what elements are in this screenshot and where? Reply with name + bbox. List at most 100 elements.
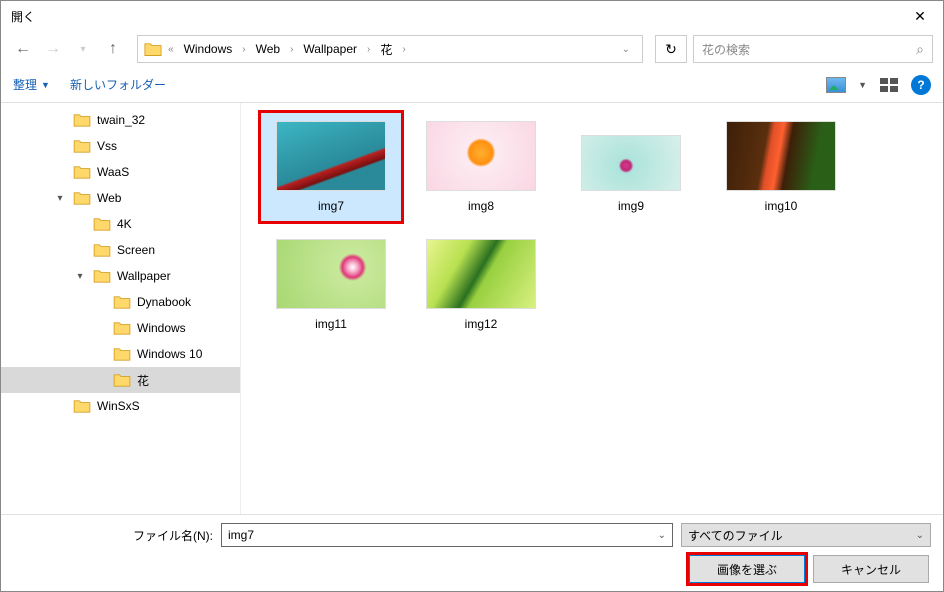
folder-icon xyxy=(93,217,111,231)
titlebar: 開く ✕ xyxy=(1,1,943,31)
thumbnail-label: img8 xyxy=(468,199,494,213)
back-button[interactable]: ← xyxy=(11,37,35,61)
folder-tree[interactable]: twain_32 Vss WaaS ▾ Web 4K Screen ▾ Wallpaper Dyn… xyxy=(1,103,241,514)
tree-item[interactable]: Dynabook xyxy=(1,289,240,315)
thumbnail-label: img11 xyxy=(315,317,347,331)
help-button[interactable]: ? xyxy=(911,75,931,95)
tree-item-label: Web xyxy=(97,191,121,205)
tree-item-label: 4K xyxy=(117,217,132,231)
tree-item[interactable]: WinSxS xyxy=(1,393,240,419)
folder-icon xyxy=(93,269,111,283)
filter-value: すべてのファイル xyxy=(688,527,916,544)
filter-select[interactable]: すべてのファイル ⌄ xyxy=(681,523,931,547)
file-thumbnail[interactable]: img11 xyxy=(261,231,401,339)
breadcrumb-item[interactable]: Web xyxy=(252,40,284,58)
thumbnail-image xyxy=(426,121,536,191)
recent-dropdown[interactable]: ▾ xyxy=(71,37,95,61)
navbar: ← → ▾ ↑ « Windows › Web › Wallpaper › 花 … xyxy=(1,31,943,67)
tree-item[interactable]: twain_32 xyxy=(1,107,240,133)
folder-icon xyxy=(113,321,131,335)
filename-label: ファイル名(N): xyxy=(13,527,213,544)
tree-item-label: WaaS xyxy=(97,165,129,179)
chevron-right-icon: › xyxy=(240,44,247,55)
up-button[interactable]: ↑ xyxy=(101,37,125,61)
tree-item[interactable]: ▾ Web xyxy=(1,185,240,211)
preview-pane-button[interactable] xyxy=(877,73,901,97)
tree-item-label: Screen xyxy=(117,243,155,257)
chevron-down-icon[interactable]: ⌄ xyxy=(658,530,666,541)
thumbnail-label: img7 xyxy=(318,199,344,213)
body: twain_32 Vss WaaS ▾ Web 4K Screen ▾ Wallpaper Dyn… xyxy=(1,103,943,514)
view-mode-button[interactable] xyxy=(824,73,848,97)
folder-icon xyxy=(73,165,91,179)
folder-icon xyxy=(73,191,91,205)
thumbnail-image xyxy=(581,135,681,191)
tree-item[interactable]: Windows 10 xyxy=(1,341,240,367)
file-thumbnail[interactable]: img12 xyxy=(411,231,551,339)
close-button[interactable]: ✕ xyxy=(897,1,943,31)
thumbnail-label: img12 xyxy=(465,317,498,331)
thumbnail-image xyxy=(276,121,386,191)
breadcrumb-item[interactable]: Windows xyxy=(180,40,237,58)
tree-item-label: Vss xyxy=(97,139,117,153)
toolbar: 整理 ▼ 新しいフォルダー ▼ ? xyxy=(1,67,943,103)
organize-menu[interactable]: 整理 ▼ xyxy=(13,76,50,93)
window-title: 開く xyxy=(11,8,35,25)
tree-item[interactable]: 4K xyxy=(1,211,240,237)
expand-icon[interactable]: ▾ xyxy=(73,271,87,282)
folder-icon xyxy=(113,373,131,387)
folder-icon xyxy=(144,42,162,56)
file-thumbnail[interactable]: img7 xyxy=(261,113,401,221)
thumbnail-label: img9 xyxy=(618,199,644,213)
tree-item-label: Windows xyxy=(137,321,186,335)
chevron-right-icon: › xyxy=(365,44,372,55)
file-thumbnail[interactable]: img8 xyxy=(411,113,551,221)
tree-item[interactable]: WaaS xyxy=(1,159,240,185)
search-input[interactable]: 花の検索 ⌕ xyxy=(693,35,933,63)
tree-item-label: Dynabook xyxy=(137,295,191,309)
thumbnail-image xyxy=(276,239,386,309)
tree-item-label: Windows 10 xyxy=(137,347,202,361)
refresh-button[interactable]: ↻ xyxy=(655,35,687,63)
breadcrumb-item[interactable]: Wallpaper xyxy=(299,40,361,58)
tree-item-label: twain_32 xyxy=(97,113,145,127)
filename-value: img7 xyxy=(228,528,658,542)
file-thumbnail[interactable]: img10 xyxy=(711,113,851,221)
tree-item[interactable]: Vss xyxy=(1,133,240,159)
tree-item-label: WinSxS xyxy=(97,399,140,413)
search-icon[interactable]: ⌕ xyxy=(916,41,924,58)
tree-item-label: 花 xyxy=(137,372,149,389)
cancel-button[interactable]: キャンセル xyxy=(813,555,929,583)
breadcrumb-item[interactable]: 花 xyxy=(376,39,396,60)
thumbnail-label: img10 xyxy=(765,199,798,213)
file-grid[interactable]: img7 img8 img9 img10 img11 img12 xyxy=(241,103,943,514)
breadcrumb[interactable]: « Windows › Web › Wallpaper › 花 › ⌄ xyxy=(137,35,643,63)
view-controls: ▼ ? xyxy=(824,73,931,97)
chevron-right-icon: › xyxy=(288,44,295,55)
forward-button[interactable]: → xyxy=(41,37,65,61)
tree-item[interactable]: ▾ Wallpaper xyxy=(1,263,240,289)
chevron-down-icon: ▼ xyxy=(41,80,50,90)
tree-item-label: Wallpaper xyxy=(117,269,171,283)
folder-icon xyxy=(93,243,111,257)
file-thumbnail[interactable]: img9 xyxy=(561,113,701,221)
folder-icon xyxy=(113,347,131,361)
filename-input[interactable]: img7 ⌄ xyxy=(221,523,673,547)
expand-icon[interactable]: ▾ xyxy=(53,193,67,204)
folder-icon xyxy=(73,113,91,127)
breadcrumb-lead: « xyxy=(166,44,176,55)
tree-item[interactable]: Screen xyxy=(1,237,240,263)
thumbnail-image xyxy=(426,239,536,309)
chevron-down-icon[interactable]: ⌄ xyxy=(916,530,924,541)
search-placeholder: 花の検索 xyxy=(702,41,916,58)
folder-icon xyxy=(73,139,91,153)
chevron-down-icon[interactable]: ▼ xyxy=(858,80,867,90)
select-image-button[interactable]: 画像を選ぶ xyxy=(689,555,805,583)
tree-item[interactable]: 花 xyxy=(1,367,240,393)
folder-icon xyxy=(73,399,91,413)
breadcrumb-dropdown[interactable]: ⌄ xyxy=(616,44,636,55)
new-folder-button[interactable]: 新しいフォルダー xyxy=(70,76,166,93)
thumbnail-image xyxy=(726,121,836,191)
chevron-right-icon: › xyxy=(400,44,407,55)
tree-item[interactable]: Windows xyxy=(1,315,240,341)
